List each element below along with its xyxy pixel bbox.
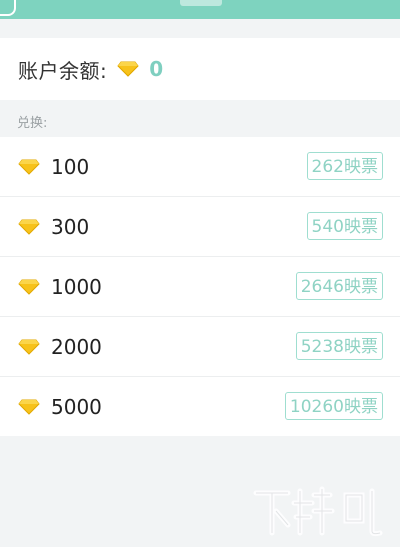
exchange-section-title: 兑换: bbox=[17, 116, 48, 131]
back-icon[interactable] bbox=[0, 0, 16, 16]
diamond-amount: 5000 bbox=[51, 394, 102, 419]
top-bar bbox=[0, 0, 400, 19]
diamond-amount: 2000 bbox=[51, 334, 102, 359]
balance-value: 0 bbox=[149, 57, 164, 81]
balance-label: 账户余额: bbox=[18, 58, 108, 83]
exchange-list: 100 262映票 300 540映票 1000 2646映票 2000 523… bbox=[0, 137, 400, 436]
watermark-logo bbox=[253, 486, 383, 537]
exchange-price-button[interactable]: 262映票 bbox=[306, 152, 383, 180]
exchange-price-button[interactable]: 2646映票 bbox=[295, 272, 383, 300]
diamond-icon bbox=[18, 399, 40, 415]
exchange-row[interactable]: 1000 2646映票 bbox=[0, 257, 400, 317]
diamond-icon bbox=[18, 279, 40, 295]
exchange-row[interactable]: 300 540映票 bbox=[0, 197, 400, 257]
balance-row: 账户余额: 0 bbox=[0, 38, 400, 100]
diamond-icon bbox=[117, 61, 139, 77]
exchange-row[interactable]: 100 262映票 bbox=[0, 137, 400, 197]
diamond-icon bbox=[18, 219, 40, 235]
exchange-price-button[interactable]: 5238映票 bbox=[295, 332, 383, 360]
diamond-amount: 1000 bbox=[51, 274, 102, 299]
diamond-icon bbox=[18, 339, 40, 355]
exchange-row[interactable]: 5000 10260映票 bbox=[0, 377, 400, 436]
page-title bbox=[180, 0, 222, 6]
diamond-amount: 300 bbox=[51, 214, 90, 239]
exchange-price-button[interactable]: 540映票 bbox=[306, 212, 383, 240]
spacer bbox=[0, 19, 400, 38]
diamond-amount: 100 bbox=[51, 154, 90, 179]
exchange-price-button[interactable]: 10260映票 bbox=[284, 392, 383, 420]
exchange-row[interactable]: 2000 5238映票 bbox=[0, 317, 400, 377]
diamond-icon bbox=[18, 159, 40, 175]
